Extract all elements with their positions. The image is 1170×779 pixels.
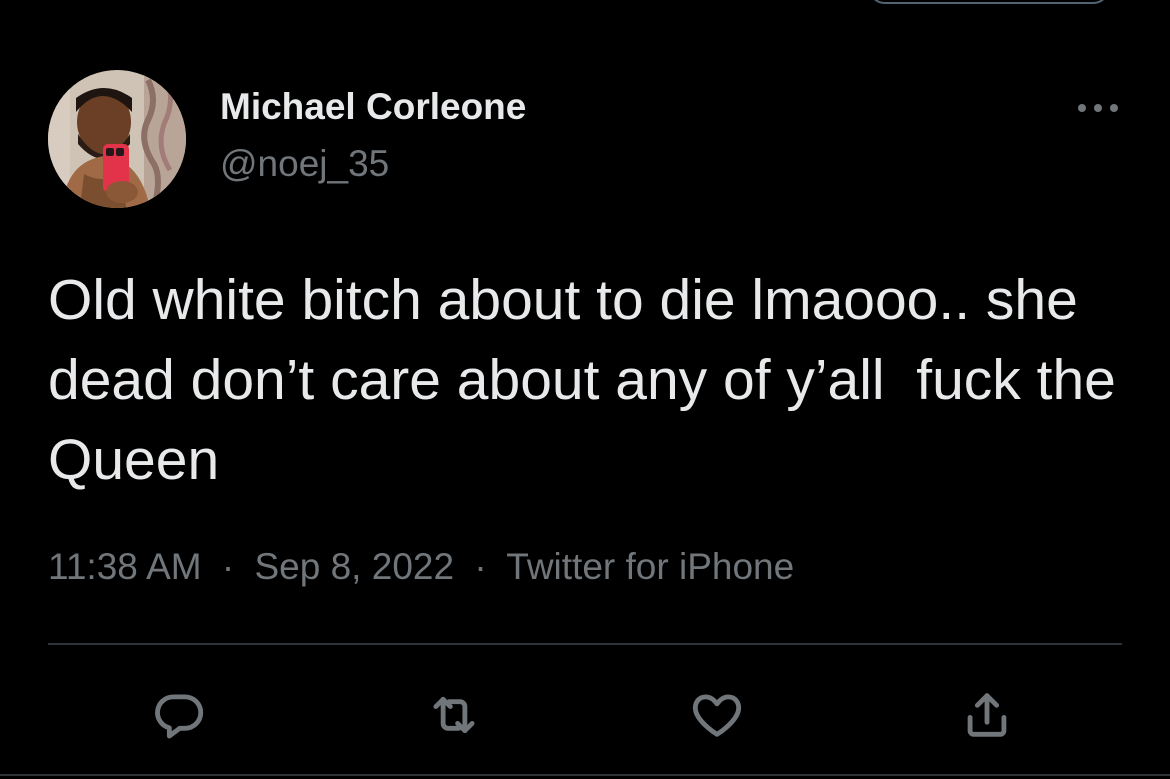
retweet-button[interactable] bbox=[419, 680, 489, 750]
tweet-date[interactable]: Sep 8, 2022 bbox=[254, 546, 454, 587]
author-handle[interactable]: @noej_35 bbox=[220, 143, 389, 185]
avatar[interactable] bbox=[48, 70, 186, 208]
reply-button[interactable] bbox=[144, 680, 214, 750]
tweet-time[interactable]: 11:38 AM bbox=[48, 546, 202, 587]
tweet-text: Old white bitch about to die lmaooo.. sh… bbox=[48, 268, 1132, 492]
share-icon bbox=[967, 693, 1007, 737]
retweet-icon bbox=[433, 696, 475, 734]
meta-separator: · bbox=[474, 546, 487, 587]
bottom-divider bbox=[0, 774, 1170, 776]
like-button[interactable] bbox=[682, 680, 752, 750]
tweet: Michael Corleone @noej_35 Old white bitc… bbox=[48, 0, 1122, 779]
author-display-name[interactable]: Michael Corleone bbox=[220, 86, 526, 128]
more-icon bbox=[1078, 104, 1118, 112]
meta-separator: · bbox=[221, 546, 235, 587]
avatar-photo bbox=[48, 70, 186, 208]
action-bar bbox=[48, 680, 1122, 750]
tweet-source[interactable]: Twitter for iPhone bbox=[506, 546, 794, 587]
tweet-meta: 11:38 AM · Sep 8, 2022 · Twitter for iPh… bbox=[48, 546, 794, 588]
heart-icon bbox=[692, 694, 742, 737]
more-options-button[interactable] bbox=[1072, 90, 1124, 126]
reply-icon bbox=[155, 694, 204, 739]
divider bbox=[48, 643, 1122, 645]
share-button[interactable] bbox=[952, 680, 1022, 750]
